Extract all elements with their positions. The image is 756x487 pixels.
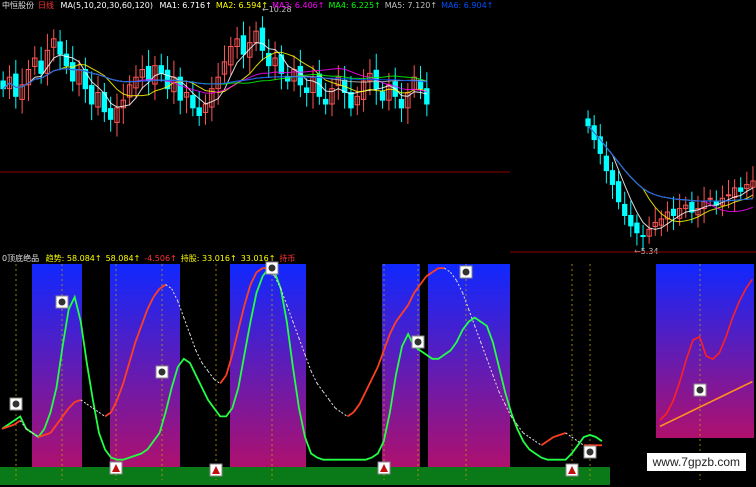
hold-line-segment — [522, 432, 530, 438]
right-candle-body — [634, 222, 640, 234]
right-candle-body — [622, 203, 628, 217]
hold-line-segment — [346, 411, 355, 418]
top-signal-icon-mark — [586, 448, 594, 456]
hold-line-segment — [571, 436, 579, 442]
left-candle-body — [70, 62, 76, 82]
hold-line-segment — [213, 378, 221, 384]
hold-line-segment — [1, 425, 9, 430]
hold-zone-band — [110, 264, 180, 470]
left-candle-body — [57, 41, 63, 55]
ma-readout: MA3: 6.406↑ — [272, 1, 325, 10]
right-candle-body — [640, 235, 646, 238]
hold-line-segment — [419, 275, 427, 286]
indicator-readout: 33.016↑ — [240, 254, 276, 263]
ma-readout: MA5: 7.120↑ — [384, 1, 438, 10]
price-legend: 中恒股份 日线 MA(5,10,20,30,60,120) MA1: 6.716↑… — [2, 1, 501, 11]
stock-name: 中恒股份 — [2, 1, 34, 10]
hold-line-segment — [13, 419, 21, 426]
hold-line-segment — [352, 403, 361, 413]
hold-line-segment — [553, 434, 560, 438]
hold-line-segment — [316, 383, 324, 393]
bottom-green-strip — [0, 467, 610, 485]
hold-line-segment — [86, 403, 94, 409]
right-candle-body — [615, 181, 622, 203]
hold-line-segment — [559, 432, 566, 436]
left-candle-body — [38, 60, 44, 74]
top-signal-icon-mark — [58, 298, 66, 306]
ma-params: MA(5,10,20,30,60,120) — [60, 1, 153, 10]
left-candle-body — [13, 73, 19, 97]
indicator-readout: 58.084↑ — [105, 254, 141, 263]
right-candle-body — [585, 118, 591, 127]
chart-canvas: ←10.28←5.34 — [0, 5, 756, 485]
hold-zone-band — [32, 264, 82, 470]
top-signal-icon-mark — [414, 338, 422, 346]
left-candle-body — [158, 65, 164, 74]
hold-line-segment — [358, 391, 367, 405]
hold-line-segment — [207, 370, 215, 380]
hold-zone-band — [382, 264, 420, 470]
hold-zone-band — [428, 264, 510, 470]
hold-line-segment — [535, 440, 542, 446]
right-candle-body — [725, 194, 732, 197]
hold-line-segment — [510, 416, 518, 425]
indicator-name: 0顶底绝品 — [2, 254, 40, 263]
hold-line-segment — [219, 374, 227, 385]
watermark: www.7gpzb.com — [646, 453, 746, 471]
indicator-readout: -4.506↑ — [144, 254, 177, 263]
indicator-legend: 0顶底绝品 趋势: 58.084↑ 58.084↑ -4.506↑ 持股: 33.01… — [2, 254, 303, 264]
ma-readout: MA1: 6.716↑ — [159, 1, 212, 10]
left-candle-body — [107, 108, 114, 120]
left-candle-body — [196, 107, 202, 117]
hold-line-segment — [183, 317, 191, 335]
right-candle-body — [707, 197, 713, 200]
left-candle-body — [348, 92, 354, 109]
left-candle-body — [259, 27, 266, 51]
hold-line-segment — [322, 391, 330, 401]
left-candle-body — [240, 35, 247, 55]
period-label: 日线 — [38, 1, 54, 10]
hold-line-segment — [364, 378, 373, 393]
top-signal-icon-mark — [158, 368, 166, 376]
right-candle-body — [670, 208, 677, 216]
hold-line-segment — [189, 333, 197, 351]
indicator-readout: 持股: 33.016↑ — [180, 254, 237, 263]
hold-line-segment — [546, 436, 555, 442]
left-candle-body — [322, 98, 329, 105]
left-candle-body — [88, 85, 95, 105]
left-candle-body — [303, 87, 310, 94]
indicator-readout: 持币 — [279, 254, 296, 263]
hold-line-segment — [370, 366, 379, 380]
hold-line-segment — [328, 399, 336, 409]
hold-line-segment — [195, 350, 203, 364]
right-candle-body — [603, 155, 610, 172]
hold-line-segment — [98, 411, 106, 417]
hold-line-segment — [310, 370, 318, 384]
left-candle-body — [398, 98, 405, 109]
hold-line-segment — [540, 440, 548, 447]
right-candle-body — [628, 215, 634, 227]
ma-readout: MA4: 6.225↑ — [328, 1, 381, 10]
hold-line-segment — [201, 362, 209, 372]
hold-line-segment — [565, 432, 572, 438]
right-candle-body — [738, 187, 744, 192]
top-signal-icon-mark — [12, 400, 20, 408]
left-candle-body — [145, 65, 152, 82]
top-signal-icon-mark — [462, 268, 470, 276]
ma-readout: MA2: 6.594↑ — [215, 1, 269, 10]
top-signal-icon-mark — [696, 386, 704, 394]
right-candle-body — [609, 170, 616, 185]
left-candle-body — [190, 95, 196, 109]
ma-readout: MA6: 6.904↑ — [441, 1, 494, 10]
hold-line-segment — [335, 407, 342, 413]
top-signal-icon-mark — [268, 264, 276, 272]
indicator-readout: 趋势: 58.084↑ — [45, 254, 102, 263]
left-candle-body — [379, 91, 386, 101]
hold-line-segment — [341, 411, 348, 417]
hold-line-segment — [528, 436, 536, 442]
